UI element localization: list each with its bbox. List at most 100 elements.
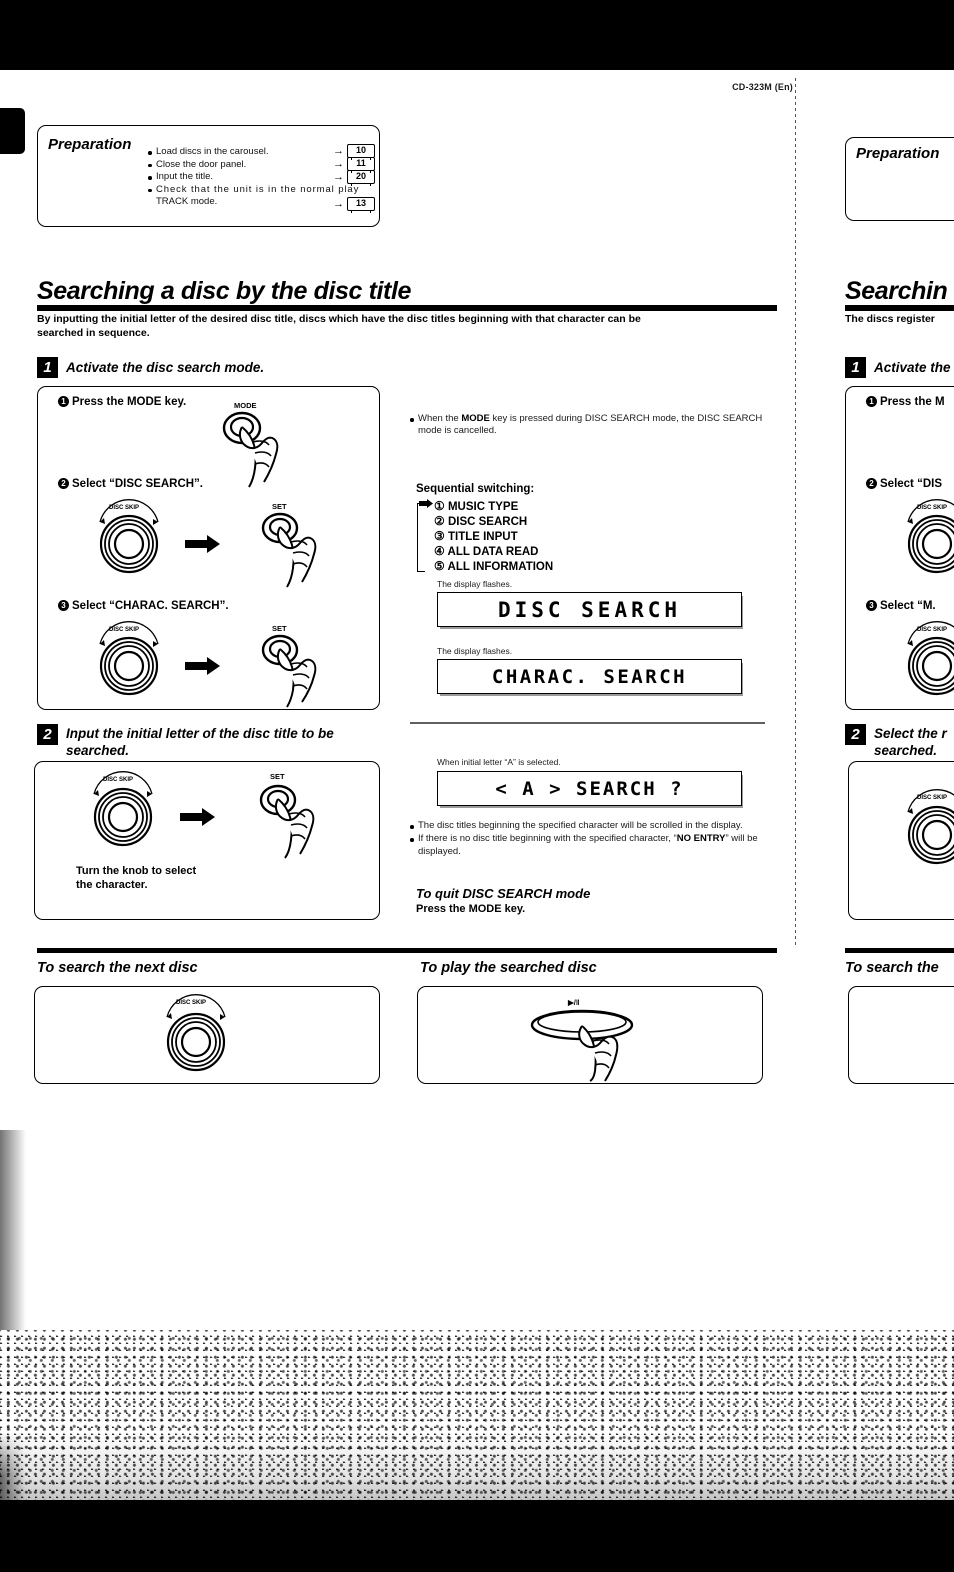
next-page-substep-1: 1 Press the M bbox=[866, 396, 945, 408]
bottom-section-rule bbox=[37, 948, 777, 953]
mode-key-label: MODE bbox=[234, 401, 257, 410]
next-page-knob-2: DISC SKIP bbox=[898, 621, 954, 700]
circled-number-2: 2 bbox=[58, 478, 69, 489]
next-page-bottom-rule bbox=[845, 948, 954, 953]
play-pause-key-illustration: ▶/‖ bbox=[520, 993, 660, 1082]
set-key-label: SET bbox=[270, 772, 285, 781]
circled-number: ② bbox=[434, 514, 445, 528]
search-behaviour-notes: The disc titles beginning the specified … bbox=[410, 820, 768, 858]
initial-letter-caption: When initial letter “A” is selected. bbox=[437, 757, 561, 767]
arrow-icon: → bbox=[333, 158, 344, 170]
step-2-title: Input the initial letter of the disc tit… bbox=[66, 725, 334, 759]
next-page-step-1-title: Activate the bbox=[874, 360, 951, 375]
step-2-hint-line1: Turn the knob to select bbox=[76, 865, 197, 877]
page-gutter-rule bbox=[795, 78, 796, 948]
disc-skip-label: DISC SKIP bbox=[103, 777, 133, 783]
sequence-item-1: ① MUSIC TYPE bbox=[434, 499, 519, 513]
preparation-title: Preparation bbox=[48, 136, 132, 153]
set-key-illustration-2: SET bbox=[242, 620, 342, 708]
section-title: Searching a disc by the disc title bbox=[37, 277, 412, 305]
sequence-item-4: ④ ALL DATA READ bbox=[434, 544, 539, 558]
lcd-display-charac-search: CHARAC. SEARCH bbox=[437, 659, 742, 694]
page-reference: 11 bbox=[347, 157, 375, 173]
bracket-arrow-icon bbox=[419, 499, 433, 509]
play-pause-label: ▶/‖ bbox=[567, 998, 580, 1007]
note-bullet: The disc titles beginning the specified … bbox=[410, 820, 768, 832]
quit-mode-body: Press the MODE key. bbox=[416, 903, 526, 915]
next-page-step-2-title-line1: Select the r bbox=[874, 726, 947, 741]
mode-cancel-note: When the MODE key is pressed during DISC… bbox=[410, 413, 770, 438]
step-2-badge: 2 bbox=[37, 724, 58, 745]
step-1-title: Activate the disc search mode. bbox=[66, 360, 265, 375]
next-page-bottom-title: To search the bbox=[845, 960, 939, 976]
set-key-illustration-3: SET bbox=[240, 768, 340, 859]
disc-skip-label: DISC SKIP bbox=[176, 1000, 206, 1006]
mode-key-illustration: MODE bbox=[198, 396, 308, 491]
disc-skip-knob-illustration-2: DISC SKIP bbox=[90, 621, 168, 700]
disc-skip-label: DISC SKIP bbox=[109, 627, 139, 633]
sequence-item-5: ⑤ ALL INFORMATION bbox=[434, 559, 554, 573]
display-flashes-caption-2: The display flashes. bbox=[437, 646, 513, 656]
column-divider bbox=[410, 722, 765, 724]
circled-number-1: 1 bbox=[58, 396, 69, 407]
step-2-hint-line2: the character. bbox=[76, 879, 148, 891]
sequence-item-2: ② DISC SEARCH bbox=[434, 514, 528, 528]
section-rule bbox=[37, 305, 777, 311]
arrow-right-icon bbox=[185, 535, 221, 553]
list-item: Close the door panel. bbox=[148, 159, 333, 172]
circled-number: ③ bbox=[434, 529, 445, 543]
next-page-bottom-box bbox=[848, 986, 954, 1084]
circled-number: ① bbox=[434, 499, 445, 513]
step-1-substep-2: 2 Select “DISC SEARCH”. bbox=[58, 478, 203, 490]
next-page-step-2-title: Select the r searched. bbox=[874, 725, 947, 759]
step-2-hint: Turn the knob to select the character. bbox=[76, 864, 196, 892]
circled-number-3: 3 bbox=[58, 600, 69, 611]
section-lead-line1: By inputting the initial letter of the d… bbox=[37, 313, 641, 325]
next-page-step-2-title-line2: searched. bbox=[874, 743, 938, 758]
step-2-title-line2: searched. bbox=[66, 743, 130, 758]
disc-skip-knob-illustration-4: DISC SKIP bbox=[157, 994, 235, 1077]
list-item: Check that the unit is in the normal pla… bbox=[148, 184, 358, 197]
next-page-knob-3: DISC SKIP bbox=[898, 789, 954, 870]
note-bullet: When the MODE key is pressed during DISC… bbox=[410, 413, 770, 438]
list-item: Load discs in the carousel. bbox=[148, 146, 333, 159]
scanned-manual-page: CD-323M (En) Preparation Load discs in t… bbox=[0, 0, 954, 1572]
page-reference: 13 bbox=[347, 197, 375, 213]
sequence-bracket bbox=[417, 503, 425, 572]
list-item-continuation: TRACK mode. bbox=[156, 196, 218, 208]
index-tab bbox=[0, 108, 25, 154]
circled-number-2: 2 bbox=[866, 478, 877, 489]
preparation-list: Load discs in the carousel. Close the do… bbox=[148, 146, 358, 209]
circled-number-1: 1 bbox=[866, 396, 877, 407]
sequence-item-3: ③ TITLE INPUT bbox=[434, 529, 518, 543]
svg-text:DISC SKIP: DISC SKIP bbox=[917, 505, 947, 511]
next-page-knob-1: DISC SKIP bbox=[898, 499, 954, 578]
next-page-lead: The discs register bbox=[845, 313, 935, 325]
disc-skip-knob-illustration-3: DISC SKIP bbox=[84, 771, 162, 852]
disc-skip-label: DISC SKIP bbox=[109, 505, 139, 511]
page-reference: 20 bbox=[347, 170, 375, 186]
next-page-step-1-badge: 1 bbox=[845, 357, 866, 378]
page-reference: 10 bbox=[347, 144, 375, 160]
arrow-icon: → bbox=[333, 145, 344, 157]
next-page-preparation-title: Preparation bbox=[856, 145, 940, 162]
bottom-left-title: To search the next disc bbox=[37, 960, 198, 976]
arrow-icon: → bbox=[333, 198, 344, 210]
sequential-switching-heading: Sequential switching: bbox=[416, 483, 535, 495]
next-page-step-2-badge: 2 bbox=[845, 724, 866, 745]
next-page-substep-2: 2 Select “DIS bbox=[866, 478, 942, 490]
circled-number-3: 3 bbox=[866, 600, 877, 611]
arrow-icon: → bbox=[333, 171, 344, 183]
note-bullet: If there is no disc title beginning with… bbox=[410, 833, 768, 858]
page-header-model: CD-323M (En) bbox=[732, 82, 793, 92]
set-key-illustration-1: SET bbox=[242, 498, 342, 588]
disc-skip-knob-illustration-1: DISC SKIP bbox=[90, 499, 168, 578]
circled-number: ⑤ bbox=[434, 559, 445, 573]
set-key-label: SET bbox=[272, 624, 287, 633]
next-page-section-title: Searchin bbox=[845, 277, 948, 305]
bottom-right-title: To play the searched disc bbox=[420, 960, 597, 976]
svg-text:DISC SKIP: DISC SKIP bbox=[917, 627, 947, 633]
section-lead-line2: searched in sequence. bbox=[37, 326, 150, 339]
step-2-title-line1: Input the initial letter of the disc tit… bbox=[66, 726, 334, 741]
lcd-display-letter-search: < A > SEARCH ? bbox=[437, 771, 742, 806]
